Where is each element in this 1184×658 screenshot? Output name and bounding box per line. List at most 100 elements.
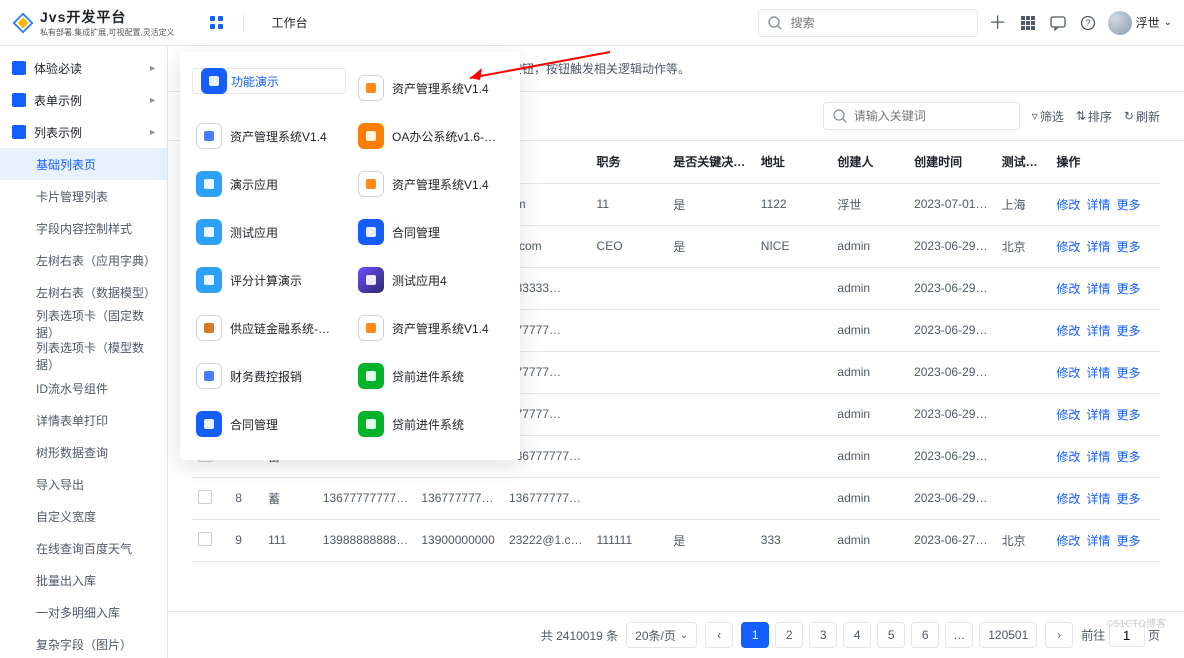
panel-app-item[interactable]: 合同管理 — [192, 404, 346, 444]
breadcrumb-tab[interactable]: 工作台 — [262, 14, 318, 31]
row-edit[interactable]: 修改 — [1056, 534, 1080, 548]
row-more[interactable]: 更多 — [1116, 240, 1140, 254]
create-button[interactable]: ＋ — [988, 13, 1008, 33]
table-cell — [996, 351, 1051, 393]
panel-app-item[interactable]: 合同管理 — [354, 212, 508, 252]
row-edit[interactable]: 修改 — [1056, 240, 1080, 254]
row-edit[interactable]: 修改 — [1056, 366, 1080, 380]
row-more[interactable]: 更多 — [1116, 282, 1140, 296]
sidebar-item[interactable]: 列表选项卡（固定数据） — [0, 308, 167, 340]
pager-page[interactable]: … — [945, 622, 973, 648]
sidebar-item[interactable]: 列表选项卡（模型数据） — [0, 340, 167, 372]
row-detail[interactable]: 详情 — [1086, 324, 1110, 338]
panel-app-label: OA办公系统v1.6-… — [392, 128, 496, 145]
sidebar-item[interactable]: 左树右表（应用字典） — [0, 244, 167, 276]
table-cell — [667, 393, 755, 435]
pager-next[interactable]: › — [1045, 622, 1073, 648]
row-more[interactable]: 更多 — [1116, 366, 1140, 380]
panel-app-item[interactable]: 贷前进件系统 — [354, 356, 508, 396]
panel-app-item[interactable]: 评分计算演示 — [192, 260, 346, 300]
row-edit[interactable]: 修改 — [1056, 408, 1080, 422]
row-edit[interactable]: 修改 — [1056, 450, 1080, 464]
keyword-input[interactable] — [852, 108, 1011, 124]
sidebar-item[interactable]: 一对多明细入库 — [0, 596, 167, 628]
sidebar-item[interactable]: ID流水号组件 — [0, 372, 167, 404]
panel-app-item[interactable]: 演示应用 — [192, 164, 346, 204]
sidebar-item-label: 左树右表（应用字典） — [36, 252, 155, 269]
page-size-select[interactable]: 20条/页⌄ — [626, 622, 697, 648]
checkbox[interactable] — [198, 490, 212, 504]
sidebar-item[interactable]: 导入导出 — [0, 468, 167, 500]
panel-app-item[interactable]: 测试应用 — [192, 212, 346, 252]
row-more[interactable]: 更多 — [1116, 198, 1140, 212]
row-more[interactable]: 更多 — [1116, 450, 1140, 464]
chat-icon[interactable] — [1048, 13, 1068, 33]
pager-page[interactable]: 6 — [911, 622, 939, 648]
sidebar-item[interactable]: 基础列表页 — [0, 148, 167, 180]
apps-icon[interactable] — [1018, 13, 1038, 33]
row-detail[interactable]: 详情 — [1086, 492, 1110, 506]
panel-app-item[interactable]: 资产管理系统V1.4 — [354, 164, 508, 204]
panel-app-label: 资产管理系统V1.4 — [392, 80, 489, 97]
sidebar-item[interactable]: 在线查询百度天气 — [0, 532, 167, 564]
table-cell: admin — [831, 351, 908, 393]
global-search-input[interactable] — [789, 15, 969, 31]
sidebar-item[interactable]: 批量出入库 — [0, 564, 167, 596]
row-more[interactable]: 更多 — [1116, 324, 1140, 338]
pager-page[interactable]: 120501 — [979, 622, 1037, 648]
checkbox[interactable] — [198, 532, 212, 546]
row-detail[interactable]: 详情 — [1086, 366, 1110, 380]
row-edit[interactable]: 修改 — [1056, 198, 1080, 212]
row-detail[interactable]: 详情 — [1086, 408, 1110, 422]
pager-page[interactable]: 4 — [843, 622, 871, 648]
panel-app-item[interactable]: 测试应用4 — [354, 260, 508, 300]
sidebar-item[interactable]: 详情表单打印 — [0, 404, 167, 436]
pager-prev[interactable]: ‹ — [705, 622, 733, 648]
app-switcher-button[interactable] — [209, 15, 225, 31]
table-cell: CEO — [591, 225, 668, 267]
sidebar-group-label: 表单示例 — [34, 92, 82, 109]
svg-text:?: ? — [1085, 18, 1090, 28]
sidebar-group[interactable]: 体验必读▸ — [0, 52, 167, 84]
sidebar-item[interactable]: 字段内容控制样式 — [0, 212, 167, 244]
panel-app-item[interactable]: 贷前进件系统 — [354, 404, 508, 444]
panel-app-item[interactable]: 功能演示 — [192, 68, 346, 94]
pager-page[interactable]: 5 — [877, 622, 905, 648]
panel-app-item[interactable]: 财务费控报销 — [192, 356, 346, 396]
sidebar-item[interactable]: 左树右表（数据模型） — [0, 276, 167, 308]
sidebar-group[interactable]: 表单示例▸ — [0, 84, 167, 116]
user-menu[interactable]: 浮世 ⌄ — [1108, 11, 1172, 35]
row-more[interactable]: 更多 — [1116, 534, 1140, 548]
help-icon[interactable]: ? — [1078, 13, 1098, 33]
panel-app-item[interactable]: 资产管理系统V1.4 — [354, 308, 508, 348]
row-edit[interactable]: 修改 — [1056, 324, 1080, 338]
row-detail[interactable]: 详情 — [1086, 240, 1110, 254]
row-edit[interactable]: 修改 — [1056, 492, 1080, 506]
global-search[interactable] — [758, 9, 978, 37]
table-cell-ops: 修改详情更多 — [1050, 267, 1160, 309]
refresh-button[interactable]: ↻刷新 — [1124, 108, 1160, 125]
row-detail[interactable]: 详情 — [1086, 450, 1110, 464]
row-edit[interactable]: 修改 — [1056, 282, 1080, 296]
row-detail[interactable]: 详情 — [1086, 198, 1110, 212]
pager-page[interactable]: 2 — [775, 622, 803, 648]
panel-app-item[interactable]: 资产管理系统V1.4 — [192, 116, 346, 156]
row-more[interactable]: 更多 — [1116, 408, 1140, 422]
table-cell-ops: 修改详情更多 — [1050, 351, 1160, 393]
pager-page[interactable]: 1 — [741, 622, 769, 648]
row-detail[interactable]: 详情 — [1086, 282, 1110, 296]
panel-app-item[interactable]: 资产管理系统V1.4 — [354, 68, 508, 108]
pager-page[interactable]: 3 — [809, 622, 837, 648]
panel-app-item[interactable]: OA办公系统v1.6-… — [354, 116, 508, 156]
sidebar-item[interactable]: 卡片管理列表 — [0, 180, 167, 212]
panel-app-item[interactable]: 供应链金融系统-演… — [192, 308, 346, 348]
row-more[interactable]: 更多 — [1116, 492, 1140, 506]
sidebar-group[interactable]: 列表示例▸ — [0, 116, 167, 148]
sidebar-item[interactable]: 自定义宽度 — [0, 500, 167, 532]
row-detail[interactable]: 详情 — [1086, 534, 1110, 548]
sidebar-item[interactable]: 复杂字段（图片） — [0, 628, 167, 658]
filter-button[interactable]: ▿筛选 — [1032, 108, 1064, 125]
sidebar-item[interactable]: 树形数据查询 — [0, 436, 167, 468]
sort-button[interactable]: ⇅排序 — [1076, 108, 1112, 125]
keyword-search[interactable] — [823, 102, 1020, 130]
